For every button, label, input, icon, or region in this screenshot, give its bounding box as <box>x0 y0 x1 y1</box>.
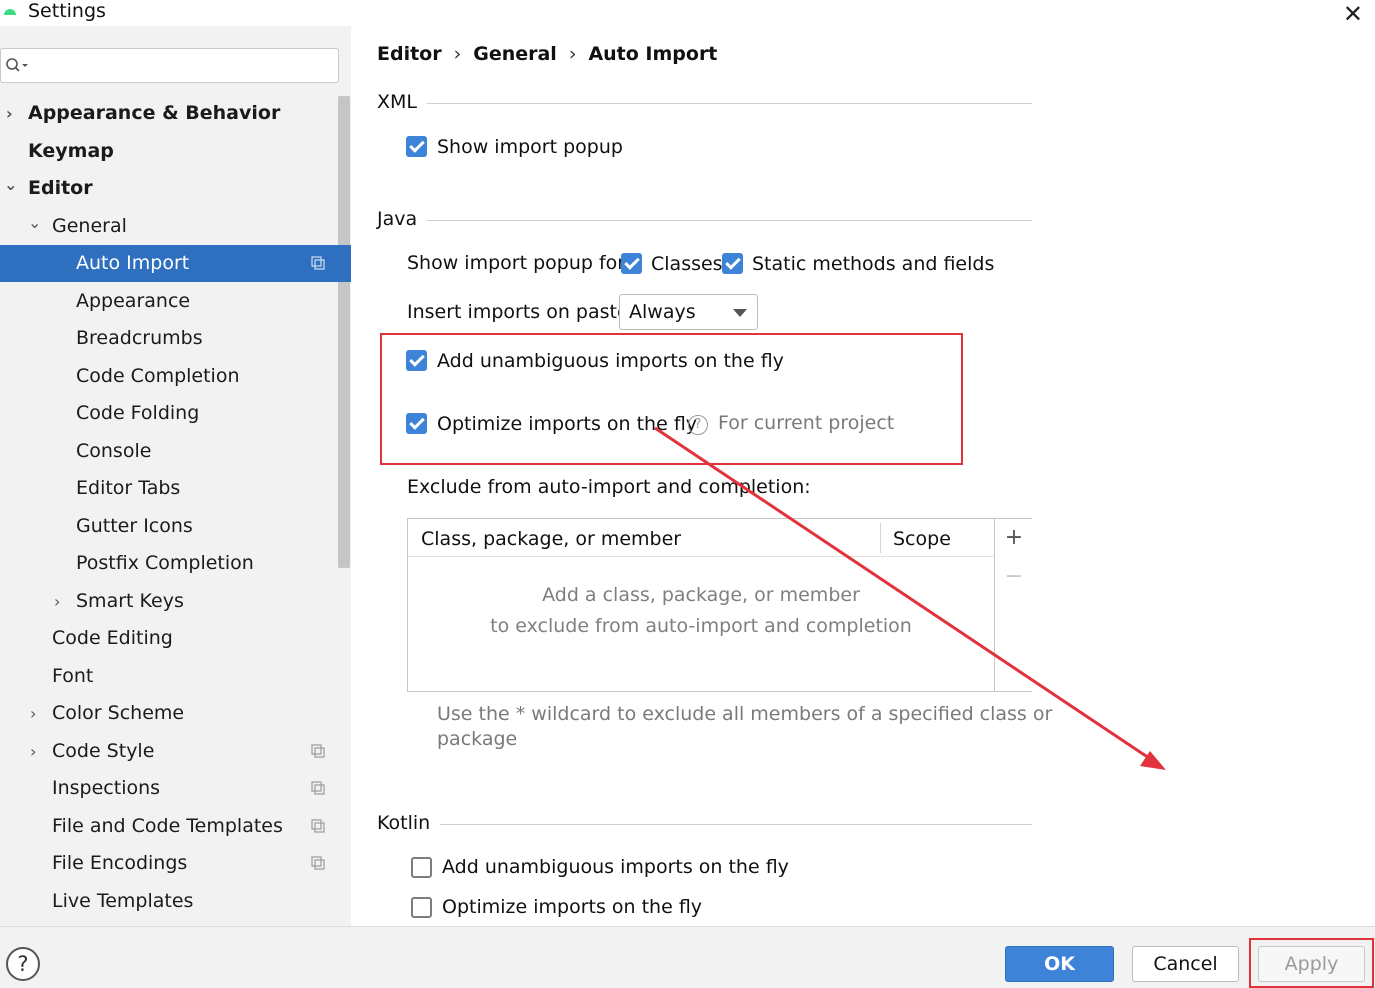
sidebar-item-auto-import[interactable]: Auto Import <box>0 245 351 282</box>
static-methods-label: Static methods and fields <box>752 253 995 275</box>
sidebar-item-postfix-completion[interactable]: Postfix Completion <box>0 545 351 582</box>
close-icon[interactable]: ✕ <box>1343 0 1363 28</box>
kotlin-section-title: Kotlin <box>377 812 441 834</box>
sidebar-item-editor-tabs[interactable]: Editor Tabs <box>0 470 351 507</box>
chevron-right-icon: › <box>30 704 37 723</box>
chevron-down-icon: ⌄ <box>28 213 42 232</box>
sidebar-item-inspections[interactable]: Inspections <box>0 770 351 807</box>
show-import-popup-for-label: Show import popup for: <box>407 252 632 274</box>
kotlin-section-divider <box>377 824 1032 825</box>
sidebar-item-code-folding[interactable]: Code Folding <box>0 395 351 432</box>
empty-table-text-line1: Add a class, package, or member <box>542 584 860 606</box>
remove-icon[interactable]: − <box>1003 564 1025 589</box>
dialog-button-bar: ? OK Cancel Apply <box>0 926 1375 988</box>
settings-sidebar: › Appearance & Behavior Keymap ⌄ Editor … <box>0 26 351 926</box>
kotlin-add-unambiguous-label: Add unambiguous imports on the fly <box>442 856 789 878</box>
static-methods-checkbox[interactable] <box>722 253 743 274</box>
classes-checkbox[interactable] <box>621 253 642 274</box>
empty-table-text-line2: to exclude from auto-import and completi… <box>490 615 912 637</box>
breadcrumb-separator-icon: › <box>568 43 577 65</box>
project-settings-icon <box>311 744 325 758</box>
breadcrumb-editor[interactable]: Editor <box>377 43 442 65</box>
insert-on-paste-value: Always <box>629 301 696 323</box>
column-class-package-member[interactable]: Class, package, or member <box>421 528 681 550</box>
project-settings-icon <box>311 856 325 870</box>
cancel-button[interactable]: Cancel <box>1132 946 1239 982</box>
classes-label: Classes <box>651 253 723 275</box>
window-title: Settings <box>28 0 106 22</box>
sidebar-item-smart-keys[interactable]: › Smart Keys <box>0 583 351 620</box>
sidebar-item-editor[interactable]: ⌄ Editor <box>0 170 351 207</box>
sidebar-item-breadcrumbs[interactable]: Breadcrumbs <box>0 320 351 357</box>
dropdown-arrow-icon <box>733 309 747 317</box>
sidebar-item-console[interactable]: Console <box>0 433 351 470</box>
kotlin-add-unambiguous-checkbox[interactable] <box>411 857 432 878</box>
insert-on-paste-label: Insert imports on paste: <box>407 301 636 323</box>
column-separator <box>880 523 881 553</box>
chevron-right-icon: › <box>54 592 61 611</box>
exclude-table[interactable]: Class, package, or member Scope Add a cl… <box>407 518 1032 692</box>
chevron-down-icon: ⌄ <box>4 175 18 194</box>
title-bar: Settings ✕ <box>0 0 1375 28</box>
table-toolbar: + − <box>994 519 1032 691</box>
sidebar-item-live-templates[interactable]: Live Templates <box>0 883 351 920</box>
sidebar-item-keymap[interactable]: Keymap <box>0 133 351 170</box>
xml-show-import-popup-label: Show import popup <box>437 136 623 158</box>
chevron-right-icon: › <box>6 104 13 123</box>
project-settings-icon <box>311 819 325 833</box>
kotlin-optimize-imports-label: Optimize imports on the fly <box>442 896 703 918</box>
sidebar-item-font[interactable]: Font <box>0 658 351 695</box>
exclude-table-header: Class, package, or member Scope <box>408 519 994 557</box>
sidebar-item-general[interactable]: ⌄ General <box>0 208 351 245</box>
breadcrumb-separator-icon: › <box>453 43 462 65</box>
xml-section-divider <box>377 103 1032 104</box>
xml-section-title: XML <box>377 91 427 113</box>
sidebar-item-appearance[interactable]: Appearance <box>0 283 351 320</box>
sidebar-item-file-encodings[interactable]: File Encodings <box>0 845 351 882</box>
kotlin-optimize-imports-checkbox[interactable] <box>411 897 432 918</box>
highlight-box <box>380 333 963 465</box>
sidebar-item-code-completion[interactable]: Code Completion <box>0 358 351 395</box>
search-input[interactable] <box>0 48 339 83</box>
insert-on-paste-dropdown[interactable]: Always <box>619 294 758 330</box>
help-button[interactable]: ? <box>6 947 40 981</box>
breadcrumb-auto-import: Auto Import <box>588 43 718 65</box>
sidebar-item-gutter-icons[interactable]: Gutter Icons <box>0 508 351 545</box>
sidebar-item-code-editing[interactable]: Code Editing <box>0 620 351 657</box>
android-studio-icon <box>4 9 16 15</box>
breadcrumb: Editor › General › Auto Import <box>377 43 717 65</box>
exclude-label: Exclude from auto-import and completion: <box>407 476 811 498</box>
java-section-divider <box>377 220 1032 221</box>
sidebar-item-color-scheme[interactable]: › Color Scheme <box>0 695 351 732</box>
add-icon[interactable]: + <box>1003 525 1025 550</box>
apply-highlight-box <box>1249 938 1374 988</box>
project-settings-icon <box>311 781 325 795</box>
sidebar-item-appearance-behavior[interactable]: › Appearance & Behavior <box>0 95 351 132</box>
breadcrumb-general[interactable]: General <box>473 43 557 65</box>
chevron-right-icon: › <box>30 742 37 761</box>
sidebar-item-code-style[interactable]: › Code Style <box>0 733 351 770</box>
wildcard-hint-line1: Use the * wildcard to exclude all member… <box>437 703 1053 725</box>
java-section-title: Java <box>377 208 428 230</box>
sidebar-item-file-code-templates[interactable]: File and Code Templates <box>0 808 351 845</box>
column-scope[interactable]: Scope <box>893 528 951 550</box>
ok-button[interactable]: OK <box>1005 946 1114 982</box>
wildcard-hint-line2: package <box>437 728 518 750</box>
xml-show-import-popup-checkbox[interactable] <box>406 136 427 157</box>
project-settings-icon <box>311 256 325 270</box>
search-icon <box>6 58 28 72</box>
